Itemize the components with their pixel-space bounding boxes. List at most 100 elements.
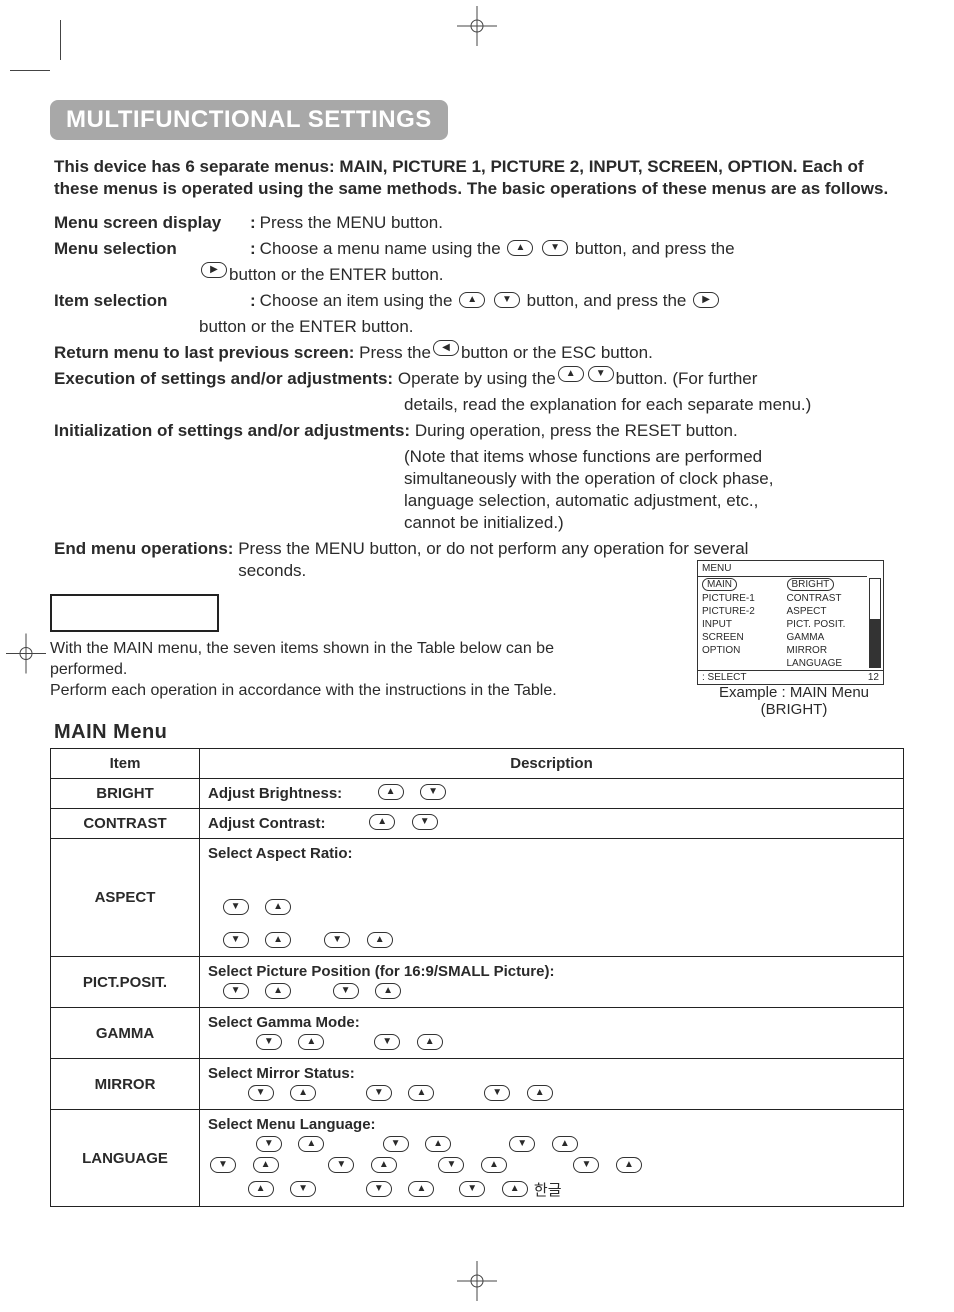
reg-mark-bottom	[457, 1261, 497, 1306]
table-row: GAMMA Select Gamma Mode: ▼ ▲ ▼ ▲	[51, 1008, 904, 1059]
up-icon: ▲	[425, 1136, 451, 1152]
op-text: button, and press the	[527, 291, 691, 310]
down-icon: ▼	[494, 292, 520, 308]
op-text: Choose an item using the	[260, 291, 458, 310]
osd-title: MENU	[698, 561, 883, 576]
down-icon: ▼	[484, 1085, 510, 1101]
down-icon: ▼	[383, 1136, 409, 1152]
down-icon: ▼	[328, 1157, 354, 1173]
up-icon: ▲	[375, 983, 401, 999]
down-icon: ▼	[248, 1085, 274, 1101]
up-icon: ▲	[502, 1181, 528, 1197]
item-name: BRIGHT	[51, 779, 200, 809]
table-row: CONTRAST Adjust Contrast: ▲ ▼	[51, 809, 904, 839]
up-icon: ▲	[408, 1181, 434, 1197]
table-row: PICT.POSIT. Select Picture Position (for…	[51, 957, 904, 1008]
op-label: Menu screen display	[54, 212, 246, 234]
up-icon: ▲	[367, 932, 393, 948]
osd-foot-right: 12	[868, 672, 879, 683]
osd-diagram: MENU MAIN PICTURE-1 PICTURE-2 INPUT SCRE…	[697, 560, 884, 685]
osd-foot-left: : SELECT	[702, 672, 746, 683]
down-icon: ▼	[324, 932, 350, 948]
osd-item: OPTION	[698, 644, 783, 657]
down-icon: ▼	[374, 1034, 400, 1050]
left-icon: ◀	[433, 340, 459, 356]
op-text: During operation, press the RESET button…	[415, 420, 738, 442]
desc-lead: Select Picture Position (for 16:9/SMALL …	[208, 963, 895, 980]
intro-text: This device has 6 separate menus: MAIN, …	[54, 156, 904, 200]
item-name: ASPECT	[51, 839, 200, 957]
down-icon: ▼	[223, 899, 249, 915]
osd-item: MAIN	[702, 578, 737, 591]
up-icon: ▲	[265, 983, 291, 999]
up-icon: ▲	[527, 1085, 553, 1101]
op-text: button or the ENTER button.	[229, 264, 444, 286]
down-icon: ▼	[588, 366, 614, 382]
op-label: Menu selection	[54, 238, 246, 260]
down-icon: ▼	[366, 1085, 392, 1101]
osd-item: PICTURE-1	[698, 592, 783, 605]
up-icon: ▲	[616, 1157, 642, 1173]
up-icon: ▲	[265, 932, 291, 948]
lang-korean: 한글	[534, 1182, 562, 1199]
op-text: button or the ENTER button.	[199, 316, 414, 338]
sub-intro-text: Perform each operation in accordance wit…	[50, 680, 570, 701]
down-icon: ▼	[290, 1181, 316, 1197]
up-icon: ▲	[408, 1085, 434, 1101]
op-text: Press the MENU button.	[260, 212, 443, 234]
down-icon: ▼	[333, 983, 359, 999]
osd-item: MIRROR	[783, 644, 868, 657]
right-icon: ▶	[693, 292, 719, 308]
up-icon: ▲	[265, 899, 291, 915]
up-icon: ▲	[371, 1157, 397, 1173]
up-icon: ▲	[298, 1136, 324, 1152]
right-icon: ▶	[201, 262, 227, 278]
main-menu-heading: MAIN Menu	[54, 721, 904, 744]
op-text: button, and press the	[575, 239, 735, 258]
op-label: Execution of settings and/or adjustments…	[54, 368, 393, 390]
osd-item: GAMMA	[783, 631, 868, 644]
osd-item: SCREEN	[698, 631, 783, 644]
op-text: Choose a menu name using the	[260, 239, 506, 258]
down-icon: ▼	[210, 1157, 236, 1173]
op-text: Operate by using the	[398, 368, 556, 390]
op-text: (Note that items whose functions are per…	[404, 446, 804, 534]
desc-lead: Select Aspect Ratio:	[208, 845, 895, 862]
up-icon: ▲	[507, 240, 533, 256]
osd-item: LANGUAGE	[783, 657, 868, 670]
up-icon: ▲	[378, 784, 404, 800]
item-name: MIRROR	[51, 1059, 200, 1110]
op-label: Return menu to last previous screen:	[54, 342, 354, 364]
down-icon: ▼	[420, 784, 446, 800]
desc-lead: Adjust Contrast:	[208, 815, 326, 832]
desc-lead: Select Mirror Status:	[208, 1065, 895, 1082]
table-row: ASPECT Select Aspect Ratio: ▼ ▲ ▼ ▲ ▼ ▲	[51, 839, 904, 957]
up-icon: ▲	[552, 1136, 578, 1152]
sub-intro-text: With the MAIN menu, the seven items show…	[50, 638, 570, 680]
reg-mark-top	[457, 6, 497, 51]
up-icon: ▲	[459, 292, 485, 308]
item-name: PICT.POSIT.	[51, 957, 200, 1008]
osd-caption: Example : MAIN Menu (BRIGHT)	[694, 684, 894, 718]
down-icon: ▼	[366, 1181, 392, 1197]
osd-item: INPUT	[698, 618, 783, 631]
op-label: End menu operations:	[54, 538, 233, 582]
osd-item: BRIGHT	[787, 578, 835, 591]
down-icon: ▼	[412, 814, 438, 830]
desc-lead: Adjust Brightness:	[208, 785, 342, 802]
th-item: Item	[51, 749, 200, 779]
op-text: Press the	[359, 342, 431, 364]
operations-list: Menu screen display : Press the MENU but…	[54, 212, 900, 582]
desc-lead: Select Menu Language:	[208, 1116, 895, 1133]
op-label: Item selection	[54, 290, 246, 312]
item-name: GAMMA	[51, 1008, 200, 1059]
op-label: Initialization of settings and/or adjust…	[54, 420, 410, 442]
down-icon: ▼	[223, 983, 249, 999]
osd-item: PICT. POSIT.	[783, 618, 868, 631]
table-row: LANGUAGE Select Menu Language: ▼ ▲ ▼ ▲ ▼…	[51, 1110, 904, 1207]
up-icon: ▲	[298, 1034, 324, 1050]
empty-box	[50, 594, 219, 632]
op-text: button. (For further	[616, 368, 758, 390]
down-icon: ▼	[256, 1136, 282, 1152]
reg-mark-left	[6, 634, 46, 679]
